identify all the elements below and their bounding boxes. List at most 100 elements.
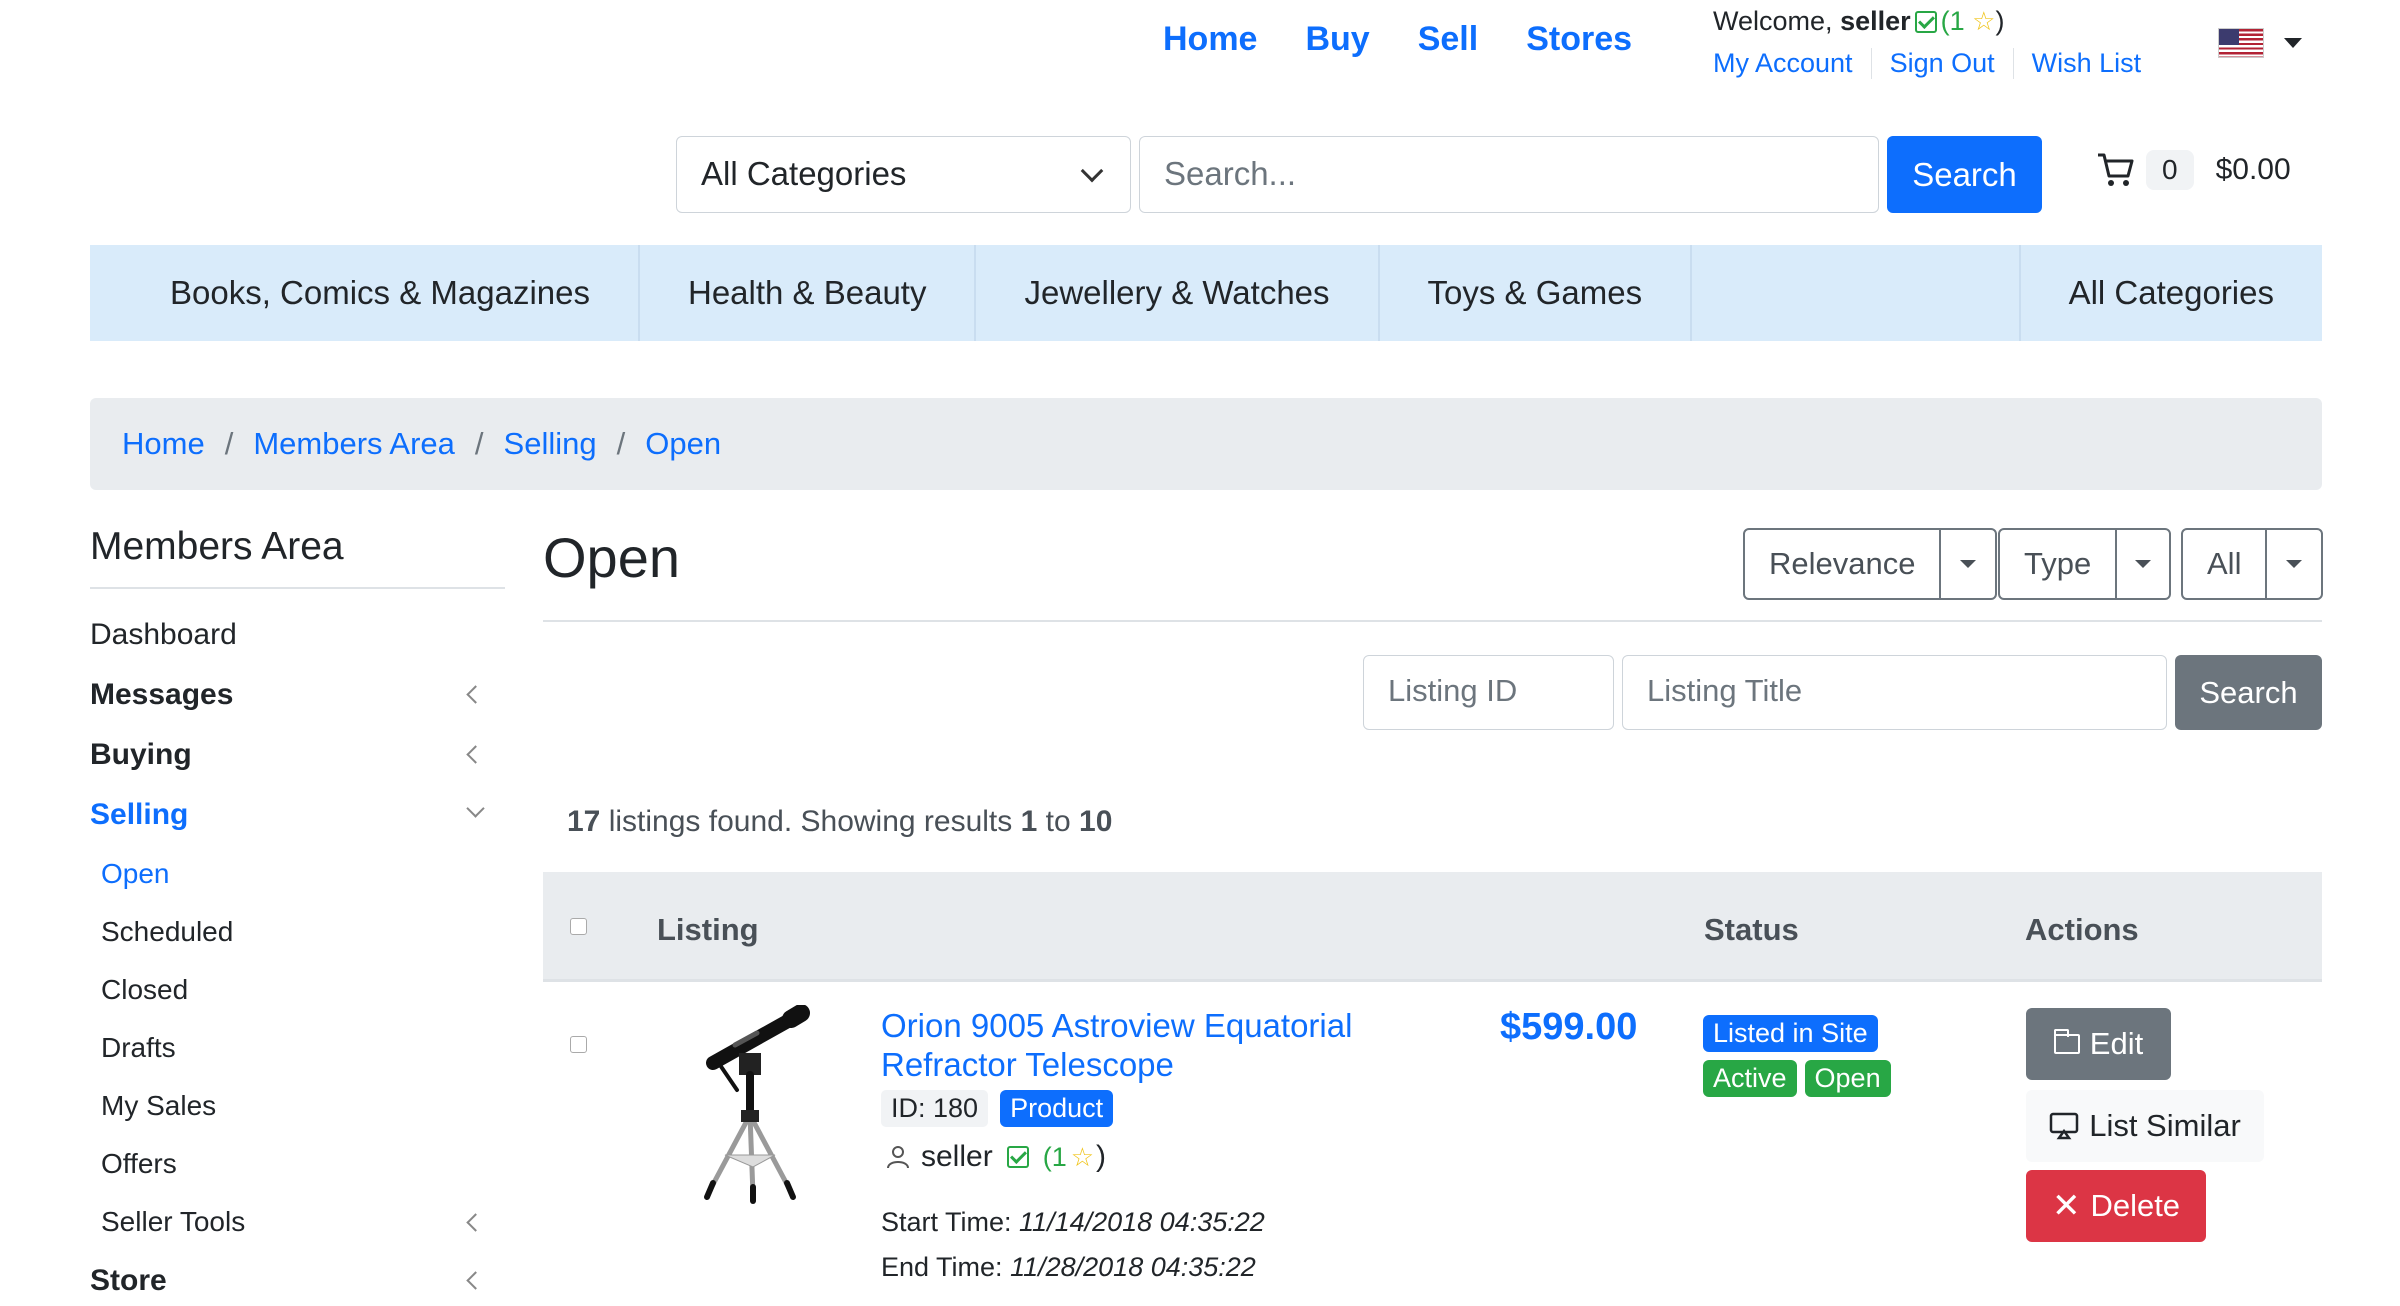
nav-sell[interactable]: Sell — [1418, 20, 1478, 59]
breadcrumb-home[interactable]: Home — [122, 426, 205, 461]
seller-name[interactable]: seller — [921, 1140, 993, 1174]
caret-down-icon[interactable] — [2267, 530, 2321, 598]
category-select[interactable]: All Categories — [676, 136, 1131, 213]
category-health[interactable]: Health & Beauty — [640, 245, 977, 341]
user-icon — [887, 1146, 909, 1169]
category-bar: Books, Comics & Magazines Health & Beaut… — [90, 245, 2322, 341]
sidebar-sub-offers[interactable]: Offers — [101, 1148, 501, 1180]
start-time: Start Time: 11/14/2018 04:35:22 — [881, 1207, 1265, 1238]
close-icon: ✕ — [2051, 1187, 2081, 1225]
sidebar-item-label: Store — [90, 1264, 167, 1297]
verified-check-icon — [1914, 11, 1937, 33]
delete-button[interactable]: ✕ Delete — [2026, 1170, 2206, 1242]
found-to: 10 — [1079, 805, 1113, 838]
welcome-text: Welcome, seller (1 ☆) — [1713, 6, 2004, 37]
language-caret-icon[interactable] — [2284, 38, 2302, 48]
status-badge-open: Open — [1804, 1060, 1891, 1097]
sidebar-sub-my-sales[interactable]: My Sales — [101, 1090, 501, 1122]
seller-rating-close: ) — [1096, 1140, 1107, 1173]
search-input[interactable]: Search... — [1139, 136, 1879, 213]
sidebar-item-label: Selling — [90, 798, 189, 831]
sidebar-item-label: Seller Tools — [101, 1206, 246, 1237]
nav-stores[interactable]: Stores — [1526, 20, 1632, 59]
account-links: My Account Sign Out Wish List — [1713, 48, 2159, 79]
breadcrumb-selling[interactable]: Selling — [504, 426, 597, 461]
listing-meta: ID: 180 Product — [881, 1090, 1114, 1127]
breadcrumb-open[interactable]: Open — [645, 426, 721, 461]
sidebar-item-label: Buying — [90, 738, 192, 771]
sidebar-sub-drafts[interactable]: Drafts — [101, 1032, 501, 1064]
seller-rating-open: (1 — [1042, 1141, 1067, 1172]
start-time-label: Start Time: — [881, 1207, 1012, 1237]
sidebar-item-dashboard[interactable]: Dashboard — [90, 618, 490, 652]
sidebar-sub-seller-tools[interactable]: Seller Tools — [101, 1206, 490, 1238]
dropdown-label: All — [2183, 530, 2268, 598]
sign-out-link[interactable]: Sign Out — [1870, 48, 2013, 79]
my-account-link[interactable]: My Account — [1713, 48, 1871, 79]
found-from: 1 — [1020, 805, 1038, 838]
listing-title-link[interactable]: Orion 9005 Astroview Equatorial Refracto… — [881, 1006, 1401, 1084]
cart-total: $0.00 — [2215, 153, 2291, 186]
results-summary: 17 listings found. Showing results 1 to … — [567, 805, 1112, 839]
listing-title-input[interactable]: Listing Title — [1622, 655, 2167, 730]
chevron-left-icon — [466, 1213, 485, 1232]
divider — [543, 620, 2322, 622]
category-all[interactable]: All Categories — [2021, 245, 2322, 341]
telescope-image[interactable] — [695, 1005, 815, 1205]
listing-id-input[interactable]: Listing ID — [1363, 655, 1614, 730]
star-icon: ☆ — [1070, 1141, 1095, 1172]
found-count: 17 — [567, 805, 601, 838]
sidebar-item-selling[interactable]: Selling — [90, 798, 490, 832]
sidebar-sub-scheduled[interactable]: Scheduled — [101, 916, 501, 948]
page-title: Open — [543, 526, 680, 589]
status-badges-2: Active Open — [1703, 1060, 1891, 1097]
breadcrumb: Home / Members Area / Selling / Open — [90, 398, 2322, 490]
cart-count: 0 — [2146, 150, 2194, 190]
search-button[interactable]: Search — [1887, 136, 2042, 213]
welcome-username: seller — [1840, 6, 1911, 36]
verified-check-icon — [1006, 1146, 1029, 1168]
filter-search-button[interactable]: Search — [2175, 655, 2322, 730]
caret-down-icon[interactable] — [2117, 530, 2169, 598]
type-dropdown[interactable]: Type — [1998, 528, 2172, 600]
dropdown-label: Type — [2000, 530, 2118, 598]
breadcrumb-members-area[interactable]: Members Area — [253, 426, 455, 461]
list-similar-button[interactable]: List Similar — [2026, 1090, 2264, 1162]
cart-summary[interactable]: 0 $0.00 — [2096, 150, 2291, 190]
end-time: End Time: 11/28/2018 04:35:22 — [881, 1252, 1256, 1283]
sidebar-item-messages[interactable]: Messages — [90, 678, 490, 712]
edit-button[interactable]: Edit — [2026, 1008, 2171, 1080]
start-time-value: 11/14/2018 04:35:22 — [1019, 1207, 1265, 1237]
folder-icon — [2053, 1029, 2080, 1054]
us-flag-icon[interactable] — [2218, 28, 2264, 58]
sidebar-sub-open[interactable]: Open — [101, 858, 501, 890]
caret-down-icon[interactable] — [1941, 530, 1995, 598]
type-badge: Product — [1000, 1090, 1114, 1127]
chevron-left-icon — [466, 685, 485, 704]
status-badge-active: Active — [1703, 1060, 1797, 1097]
wish-list-link[interactable]: Wish List — [2012, 48, 2160, 79]
sidebar-item-label: Dashboard — [90, 618, 237, 651]
rating-open: (1 — [1940, 6, 1965, 36]
all-dropdown[interactable]: All — [2181, 528, 2324, 600]
header-actions: Actions — [2025, 912, 2139, 947]
welcome-prefix: Welcome, — [1713, 6, 1833, 36]
listing-price: $599.00 — [1500, 1006, 1638, 1048]
sidebar-item-label: Messages — [90, 678, 234, 711]
sidebar-item-store[interactable]: Store — [90, 1264, 490, 1298]
screen-icon — [2049, 1112, 2079, 1140]
category-books[interactable]: Books, Comics & Magazines — [90, 245, 640, 341]
select-all-checkbox[interactable] — [570, 918, 587, 935]
sidebar-sub-closed[interactable]: Closed — [101, 974, 501, 1006]
chevron-down-icon — [1080, 159, 1104, 183]
list-similar-label: List Similar — [2089, 1108, 2241, 1143]
header-status: Status — [1704, 912, 1799, 947]
category-jewellery[interactable]: Jewellery & Watches — [976, 245, 1380, 341]
sidebar-item-buying[interactable]: Buying — [90, 738, 490, 772]
nav-buy[interactable]: Buy — [1305, 20, 1369, 59]
sort-relevance-dropdown[interactable]: Relevance — [1743, 528, 1998, 600]
nav-home[interactable]: Home — [1163, 20, 1257, 59]
cart-icon — [2098, 153, 2134, 186]
category-toys[interactable]: Toys & Games — [1380, 245, 1693, 341]
row-checkbox[interactable] — [570, 1036, 587, 1053]
